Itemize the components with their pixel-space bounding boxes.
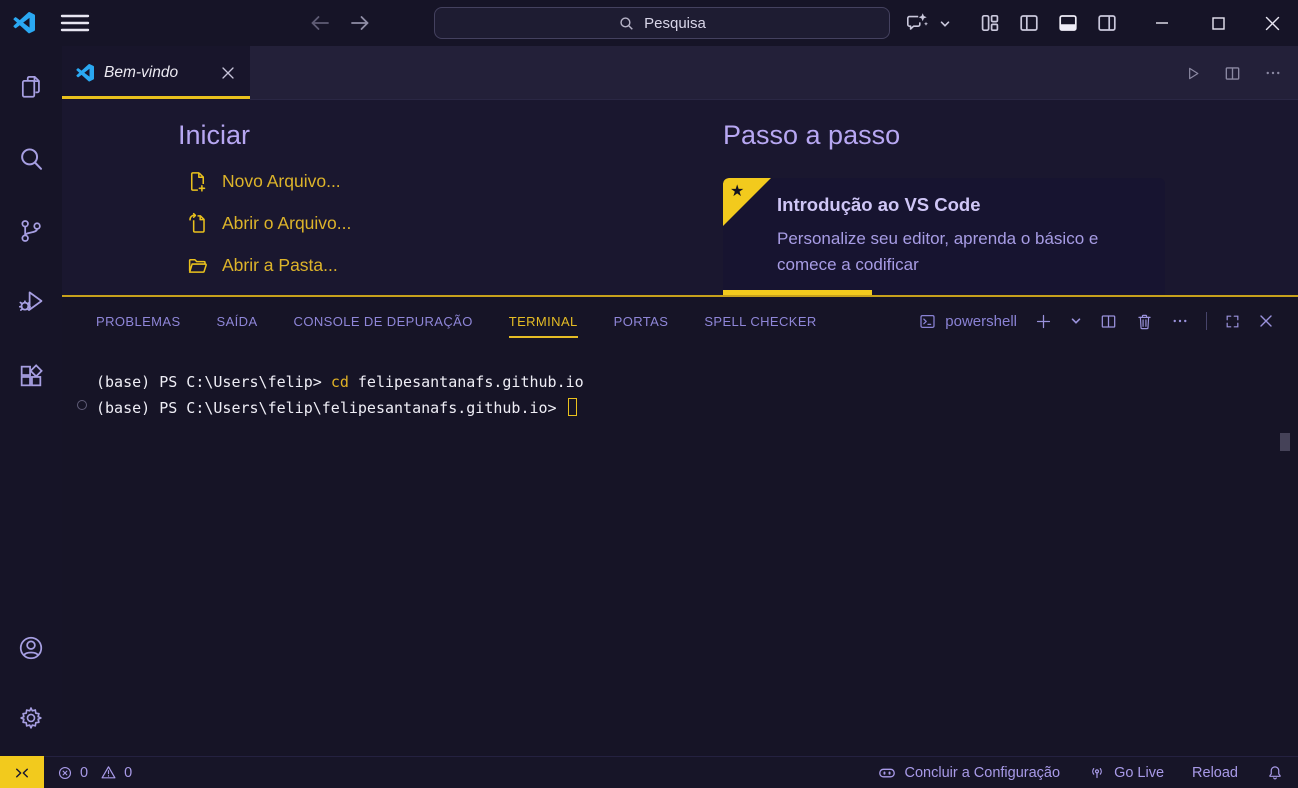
panel-tab-bar: PROBLEMAS SAÍDA CONSOLE DE DEPURAÇÃO TER… (96, 297, 817, 345)
remote-indicator[interactable] (0, 756, 44, 788)
active-tab-underline (62, 96, 250, 99)
toggle-sidebar-right-icon[interactable] (1095, 11, 1119, 35)
welcome-page: Iniciar Novo Arquivo... Abrir o Arquivo.… (62, 100, 1298, 295)
new-file-link[interactable]: Novo Arquivo... (186, 170, 351, 193)
walkthrough-card[interactable]: ★ Introdução ao VS Code Personalize seu … (723, 178, 1165, 295)
close-button[interactable] (1246, 0, 1298, 46)
reload-label: Reload (1192, 765, 1238, 781)
panel-tab-debug-console[interactable]: CONSOLE DE DEPURAÇÃO (294, 314, 473, 329)
search-placeholder: Pesquisa (644, 15, 706, 32)
notifications-button[interactable] (1266, 764, 1284, 782)
activity-bar (0, 46, 62, 756)
terminal-icon (918, 312, 937, 331)
tab-close-icon[interactable] (220, 65, 236, 81)
vscode-logo-icon (13, 12, 35, 34)
open-file-link[interactable]: Abrir o Arquivo... (186, 212, 351, 235)
finish-setup-button[interactable]: Concluir a Configuração (877, 763, 1061, 783)
error-count: 0 (80, 765, 88, 781)
tab-label: Bem-vindo (104, 64, 178, 82)
close-panel-icon[interactable] (1258, 313, 1274, 329)
chevron-down-icon[interactable] (939, 18, 951, 30)
go-live-button[interactable]: Go Live (1088, 764, 1164, 782)
editor-tab-strip: Bem-vindo (62, 46, 1298, 100)
reload-button[interactable]: Reload (1192, 765, 1238, 781)
vscode-window: Pesquisa (0, 0, 1298, 788)
run-debug-icon[interactable] (17, 287, 45, 315)
run-button[interactable] (1184, 65, 1201, 82)
terminal-content[interactable]: (base) PS C:\Users\felip> cd felipesanta… (62, 345, 1298, 756)
remote-icon (13, 764, 31, 782)
new-file-icon (186, 170, 209, 193)
maximize-panel-icon[interactable] (1224, 313, 1241, 330)
start-heading: Iniciar (178, 120, 250, 151)
shell-selector[interactable]: powershell (918, 312, 1017, 331)
terminal-scrollbar[interactable] (1280, 433, 1290, 451)
toggle-sidebar-left-icon[interactable] (1017, 11, 1041, 35)
terminal-line: (base) PS C:\Users\felip\felipesantanafs… (96, 395, 577, 421)
extensions-icon[interactable] (17, 362, 45, 390)
bell-icon (1266, 764, 1284, 782)
walkthrough-heading: Passo a passo (723, 120, 900, 151)
warning-count: 0 (124, 765, 132, 781)
terminal-dropdown-icon[interactable] (1070, 315, 1082, 327)
bottom-panel: PROBLEMAS SAÍDA CONSOLE DE DEPURAÇÃO TER… (62, 295, 1298, 756)
warning-triangle-icon (100, 764, 117, 781)
settings-gear-icon[interactable] (17, 705, 45, 733)
menu-icon[interactable] (60, 12, 90, 34)
maximize-button[interactable] (1190, 0, 1246, 46)
diagnostics-status[interactable]: 0 0 (57, 757, 132, 788)
open-folder-link[interactable]: Abrir a Pasta... (186, 254, 351, 277)
panel-tab-problems[interactable]: PROBLEMAS (96, 314, 181, 329)
status-bar: 0 0 Concluir a Configuração Go Live Relo… (0, 756, 1298, 788)
command-decoration-icon (77, 400, 87, 410)
more-actions-icon[interactable] (1264, 64, 1282, 82)
split-terminal-icon[interactable] (1099, 312, 1118, 331)
panel-tab-spell-checker[interactable]: SPELL CHECKER (704, 314, 816, 329)
error-circle-icon (57, 765, 73, 781)
open-file-icon (186, 212, 209, 235)
shell-label: powershell (945, 313, 1017, 330)
customize-layout-icon[interactable] (978, 11, 1002, 35)
start-item-label: Novo Arquivo... (222, 171, 341, 192)
broadcast-icon (1088, 764, 1106, 782)
copilot-icon (877, 763, 897, 783)
explorer-files-icon[interactable] (17, 73, 45, 101)
account-icon[interactable] (17, 634, 45, 662)
kill-terminal-icon[interactable] (1135, 312, 1154, 331)
terminal-line: (base) PS C:\Users\felip> cd felipesanta… (96, 369, 584, 395)
minimize-button[interactable] (1134, 0, 1190, 46)
panel-more-icon[interactable] (1171, 312, 1189, 330)
finish-setup-label: Concluir a Configuração (905, 765, 1061, 781)
editor-actions (1184, 46, 1282, 100)
search-input[interactable]: Pesquisa (434, 7, 890, 39)
card-title: Introdução ao VS Code (777, 194, 981, 216)
go-live-label: Go Live (1114, 765, 1164, 781)
source-control-icon[interactable] (17, 217, 45, 245)
panel-actions: powershell (918, 297, 1274, 345)
vscode-logo-icon (76, 64, 94, 82)
copilot-chat-icon[interactable] (905, 11, 929, 35)
start-item-label: Abrir a Pasta... (222, 255, 338, 276)
open-folder-icon (186, 254, 209, 277)
panel-tab-ports[interactable]: PORTAS (614, 314, 669, 329)
panel-tab-terminal[interactable]: TERMINAL (509, 314, 578, 329)
arrow-left-icon[interactable] (308, 11, 332, 35)
status-bar-right: Concluir a Configuração Go Live Reload (877, 757, 1285, 788)
divider (1206, 312, 1207, 330)
split-editor-icon[interactable] (1223, 64, 1242, 83)
search-icon (618, 15, 635, 32)
title-bar: Pesquisa (0, 0, 1298, 46)
terminal-cursor (568, 398, 577, 416)
start-item-label: Abrir o Arquivo... (222, 213, 351, 234)
new-terminal-icon[interactable] (1034, 312, 1053, 331)
arrow-right-icon[interactable] (348, 11, 372, 35)
tab-welcome[interactable]: Bem-vindo (62, 46, 250, 100)
card-description: Personalize seu editor, aprenda o básico… (777, 226, 1149, 278)
toggle-panel-icon[interactable] (1056, 11, 1080, 35)
star-icon: ★ (730, 181, 744, 201)
start-list: Novo Arquivo... Abrir o Arquivo... Abrir… (186, 170, 351, 277)
panel-tab-output[interactable]: SAÍDA (217, 314, 258, 329)
search-view-icon[interactable] (17, 145, 45, 173)
